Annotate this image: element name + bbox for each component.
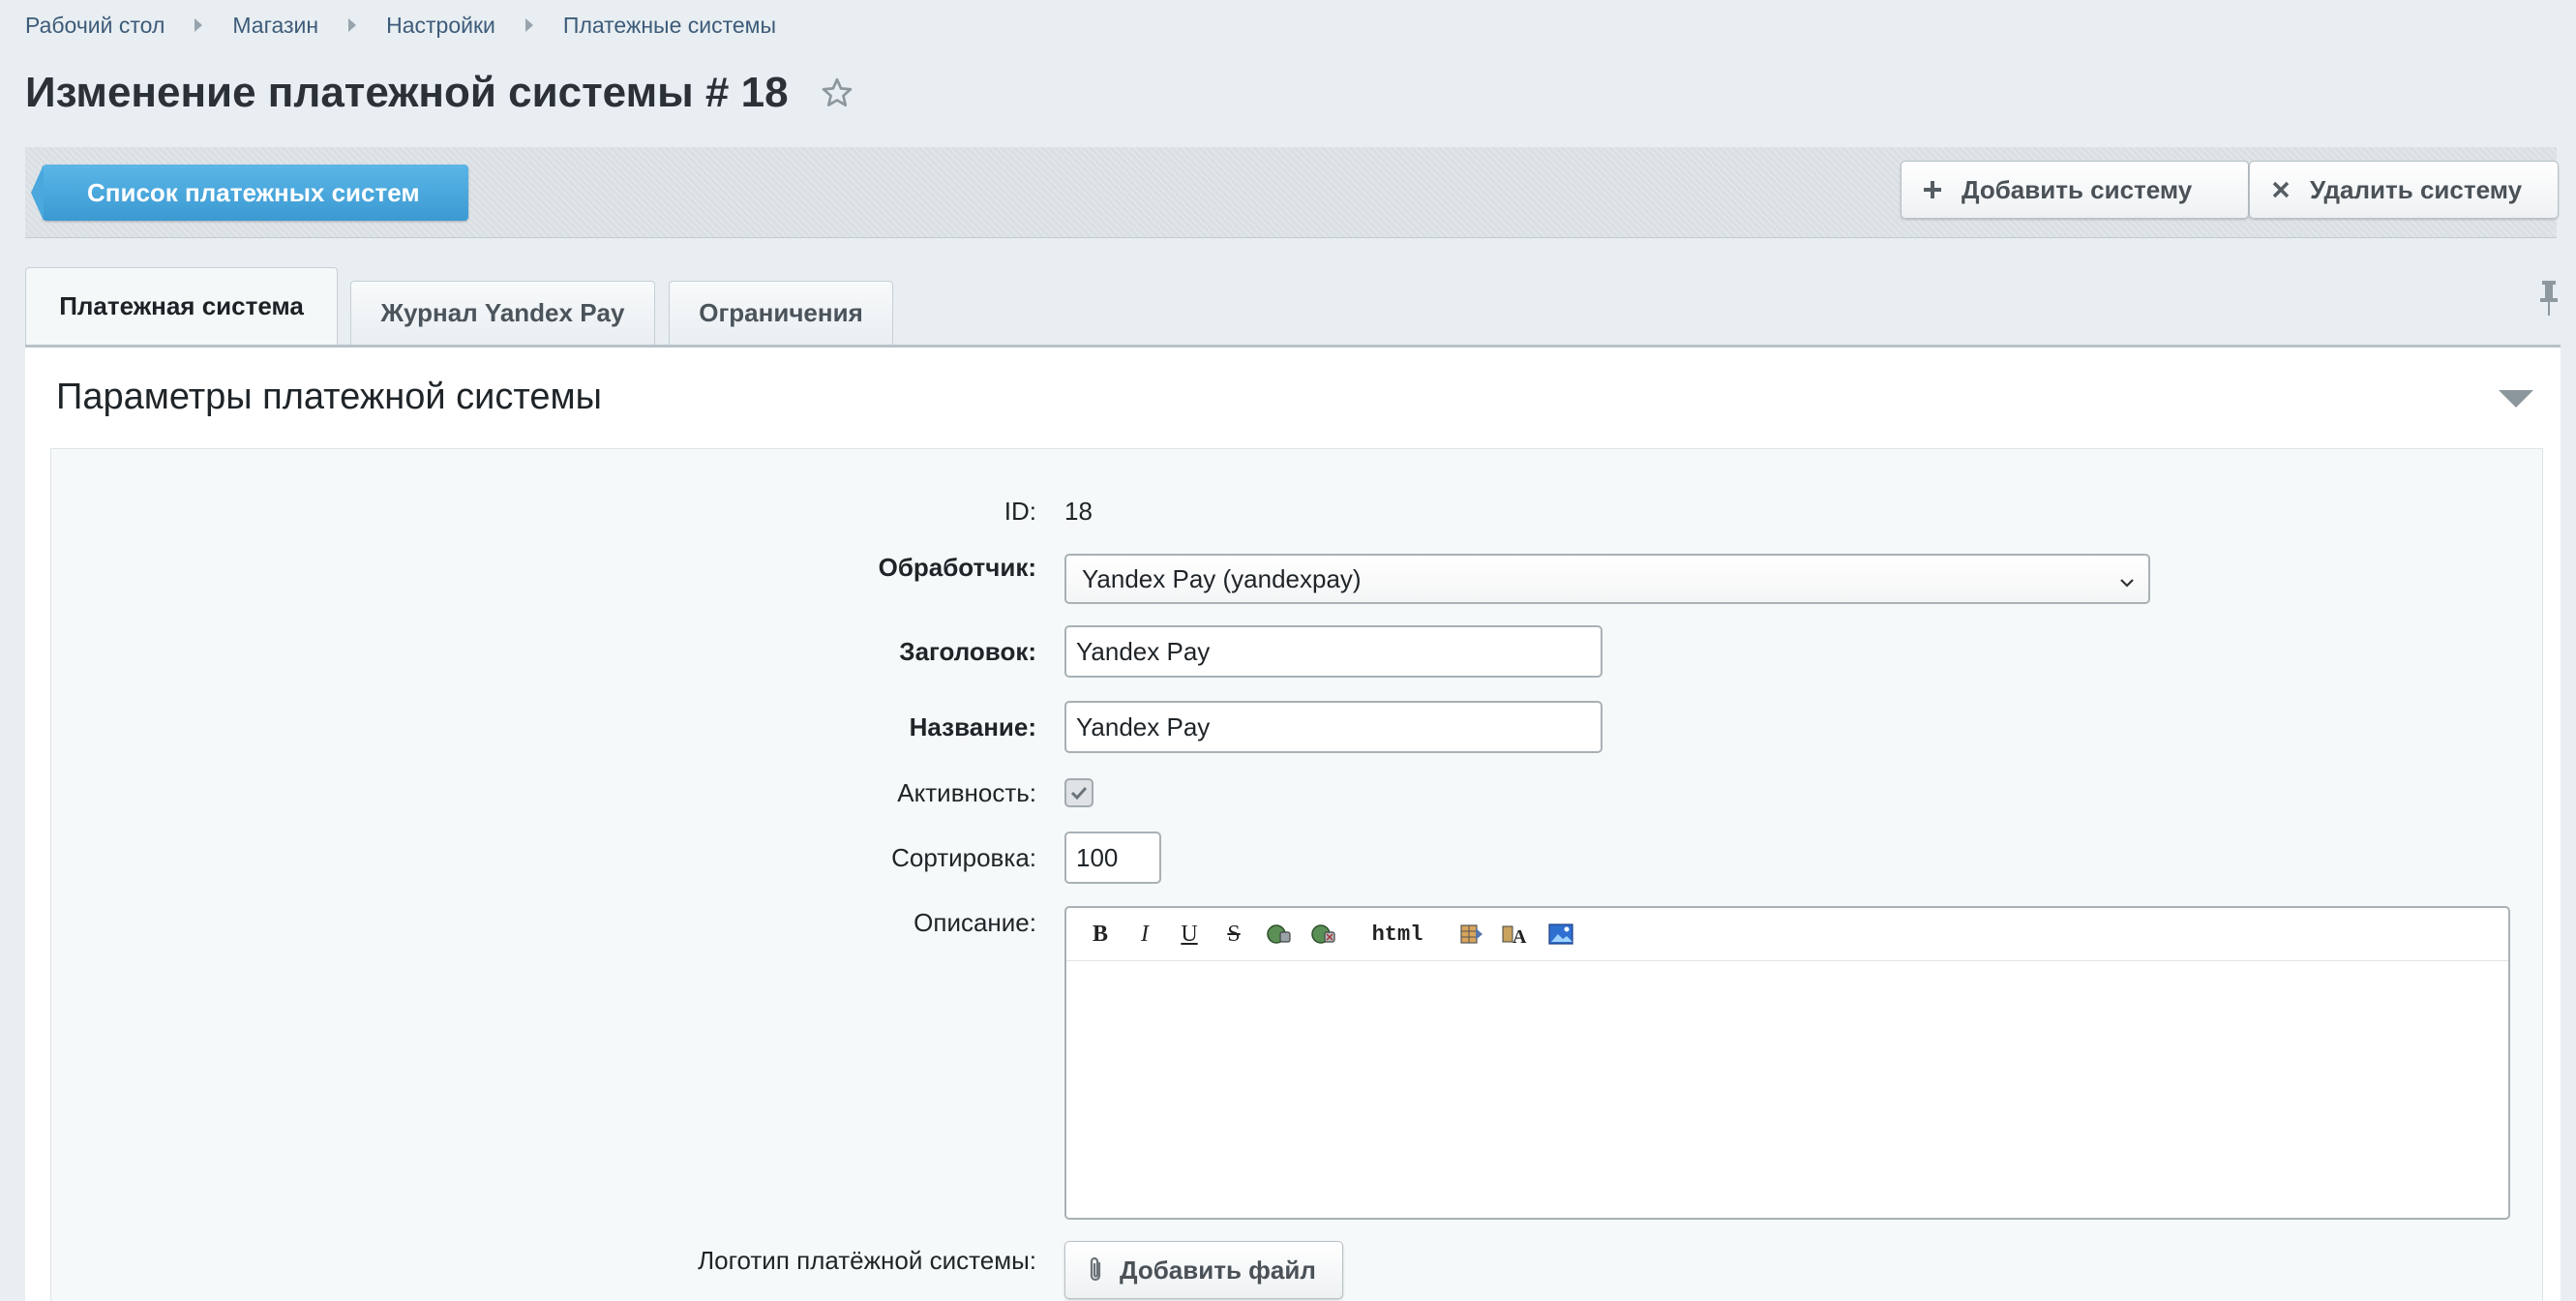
header-input[interactable] [1064, 625, 1603, 678]
breadcrumb-separator-icon [524, 18, 533, 32]
breadcrumb-separator-icon [195, 18, 203, 32]
name-label: Название: [909, 712, 1036, 741]
insert-image-icon[interactable] [1539, 918, 1583, 951]
back-arrow-icon [31, 165, 44, 221]
sort-label: Сортировка: [891, 843, 1036, 872]
remove-link-icon[interactable] [1301, 918, 1345, 951]
delete-system-label: Удалить систему [2310, 174, 2523, 204]
add-file-button[interactable]: Добавить файл [1064, 1241, 1343, 1299]
breadcrumb-item-desktop[interactable]: Рабочий стол [25, 13, 165, 39]
tab-label: Ограничения [699, 298, 863, 327]
editor-toolbar: B I U S html A [1066, 908, 2508, 961]
active-checkbox[interactable] [1064, 778, 1093, 807]
toolbar: Список платежных систем Добавить систему… [25, 147, 2559, 238]
checkmark-icon [1070, 786, 1088, 801]
tabs: Платежная система Журнал Yandex Pay Огра… [25, 259, 2561, 345]
bold-icon[interactable]: B [1078, 918, 1123, 951]
sort-input[interactable] [1064, 832, 1161, 884]
tab-label: Платежная система [59, 291, 304, 320]
breadcrumb-item-payment-systems[interactable]: Платежные системы [563, 13, 776, 39]
insert-link-icon[interactable] [1256, 918, 1301, 951]
breadcrumb-separator-icon [348, 18, 357, 32]
add-system-button[interactable]: Добавить систему [1901, 161, 2249, 219]
back-button-label: Список платежных систем [87, 177, 420, 207]
handler-select[interactable]: Yandex Pay (yandexpay) [1064, 554, 2150, 604]
add-system-label: Добавить систему [1962, 174, 2193, 204]
handler-label: Обработчик: [878, 553, 1036, 582]
font-size-icon[interactable]: A [1494, 918, 1539, 951]
logo-label: Логотип платёжной системы: [698, 1246, 1036, 1275]
breadcrumb-item-settings[interactable]: Настройки [386, 13, 495, 39]
active-label: Активность: [897, 778, 1036, 807]
svg-text:A: A [1513, 926, 1527, 948]
tab-restrictions[interactable]: Ограничения [669, 281, 893, 345]
underline-icon[interactable]: U [1167, 918, 1212, 951]
description-editor: B I U S html A [1064, 906, 2510, 1220]
payment-systems-list-button[interactable]: Список платежных систем [31, 165, 468, 221]
page-title: Изменение платежной системы # 18 [25, 69, 789, 116]
id-value: 18 [1064, 497, 1093, 526]
description-label: Описание: [914, 908, 1036, 937]
chevron-down-icon [2117, 569, 2137, 589]
add-file-label: Добавить файл [1120, 1255, 1316, 1285]
page: Рабочий стол Магазин Настройки Платежные… [0, 0, 2576, 1301]
paperclip-icon [1085, 1256, 1108, 1285]
title-row: Изменение платежной системы # 18 [25, 62, 856, 124]
tab-yandex-pay-log[interactable]: Журнал Yandex Pay [350, 281, 655, 345]
section-title: Параметры платежной системы [56, 377, 602, 417]
tab-label: Журнал Yandex Pay [380, 298, 625, 327]
header-label: Заголовок: [899, 637, 1036, 666]
collapse-triangle-icon[interactable] [2499, 390, 2533, 408]
insert-table-icon[interactable] [1450, 918, 1494, 951]
id-label: ID: [1003, 497, 1036, 526]
star-icon[interactable] [818, 74, 856, 112]
pin-icon[interactable] [2537, 279, 2561, 318]
italic-icon[interactable]: I [1123, 918, 1167, 951]
handler-select-value: Yandex Pay (yandexpay) [1082, 563, 1362, 593]
breadcrumb: Рабочий стол Магазин Настройки Платежные… [25, 10, 776, 41]
plus-icon [1921, 178, 1944, 201]
strikethrough-icon[interactable]: S [1212, 918, 1256, 951]
tab-payment-system[interactable]: Платежная система [25, 267, 338, 345]
name-input[interactable] [1064, 701, 1603, 753]
delete-system-button[interactable]: Удалить систему [2249, 161, 2559, 219]
close-icon [2269, 178, 2292, 201]
breadcrumb-item-shop[interactable]: Магазин [232, 13, 318, 39]
html-mode-button[interactable]: html [1359, 918, 1436, 951]
